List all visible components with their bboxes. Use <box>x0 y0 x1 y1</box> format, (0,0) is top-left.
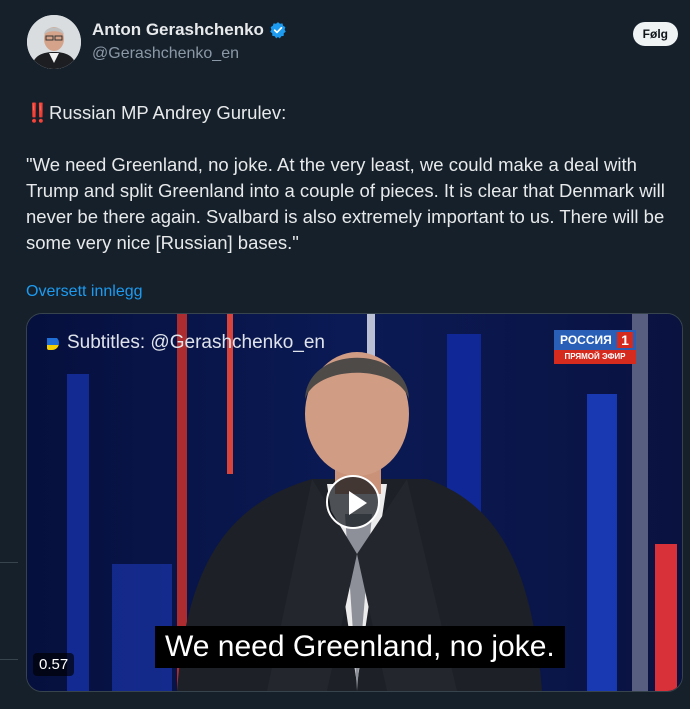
tweet-headline-line: ‼️Russian MP Andrey Gurulev: <box>26 100 686 126</box>
tweet-quote: "We need Greenland, no joke. At the very… <box>26 154 665 253</box>
translate-post-link[interactable]: Oversett innlegg <box>26 283 143 301</box>
verified-badge-icon <box>270 22 286 39</box>
follow-button[interactable]: Følg <box>632 22 678 46</box>
play-button[interactable] <box>326 475 380 529</box>
tweet[interactable]: Anton Gerashchenko @Gerashchenko_en Følg… <box>18 0 690 709</box>
ukraine-flag-icon <box>47 336 59 350</box>
author-name[interactable]: Anton Gerashchenko <box>92 20 264 40</box>
subtitles-credit: Subtitles: @Gerashchenko_en <box>47 332 325 354</box>
channel-number: 1 <box>617 332 633 348</box>
live-label: ПРЯМОЙ ЭФИР <box>554 350 636 364</box>
video-player[interactable]: Subtitles: @Gerashchenko_en РОССИЯ 1 ПРЯ… <box>26 313 683 692</box>
channel-logo-top: РОССИЯ 1 <box>554 330 636 350</box>
thread-rule <box>0 0 18 709</box>
subtitles-credit-text: Subtitles: @Gerashchenko_en <box>67 332 325 353</box>
author-handle[interactable]: @Gerashchenko_en <box>92 45 239 63</box>
avatar[interactable] <box>27 15 81 69</box>
double-exclamation-icon: ‼️ <box>26 102 50 123</box>
video-timer: 0.57 <box>33 653 75 676</box>
author-name-row[interactable]: Anton Gerashchenko <box>92 20 287 40</box>
tweet-text: ‼️Russian MP Andrey Gurulev: "We need Gr… <box>26 100 686 282</box>
channel-logo: РОССИЯ 1 ПРЯМОЙ ЭФИР <box>554 330 636 368</box>
video-caption: We need Greenland, no joke. <box>155 626 565 668</box>
tweet-headline: Russian MP Andrey Gurulev: <box>49 102 287 123</box>
channel-name: РОССИЯ <box>560 333 612 347</box>
